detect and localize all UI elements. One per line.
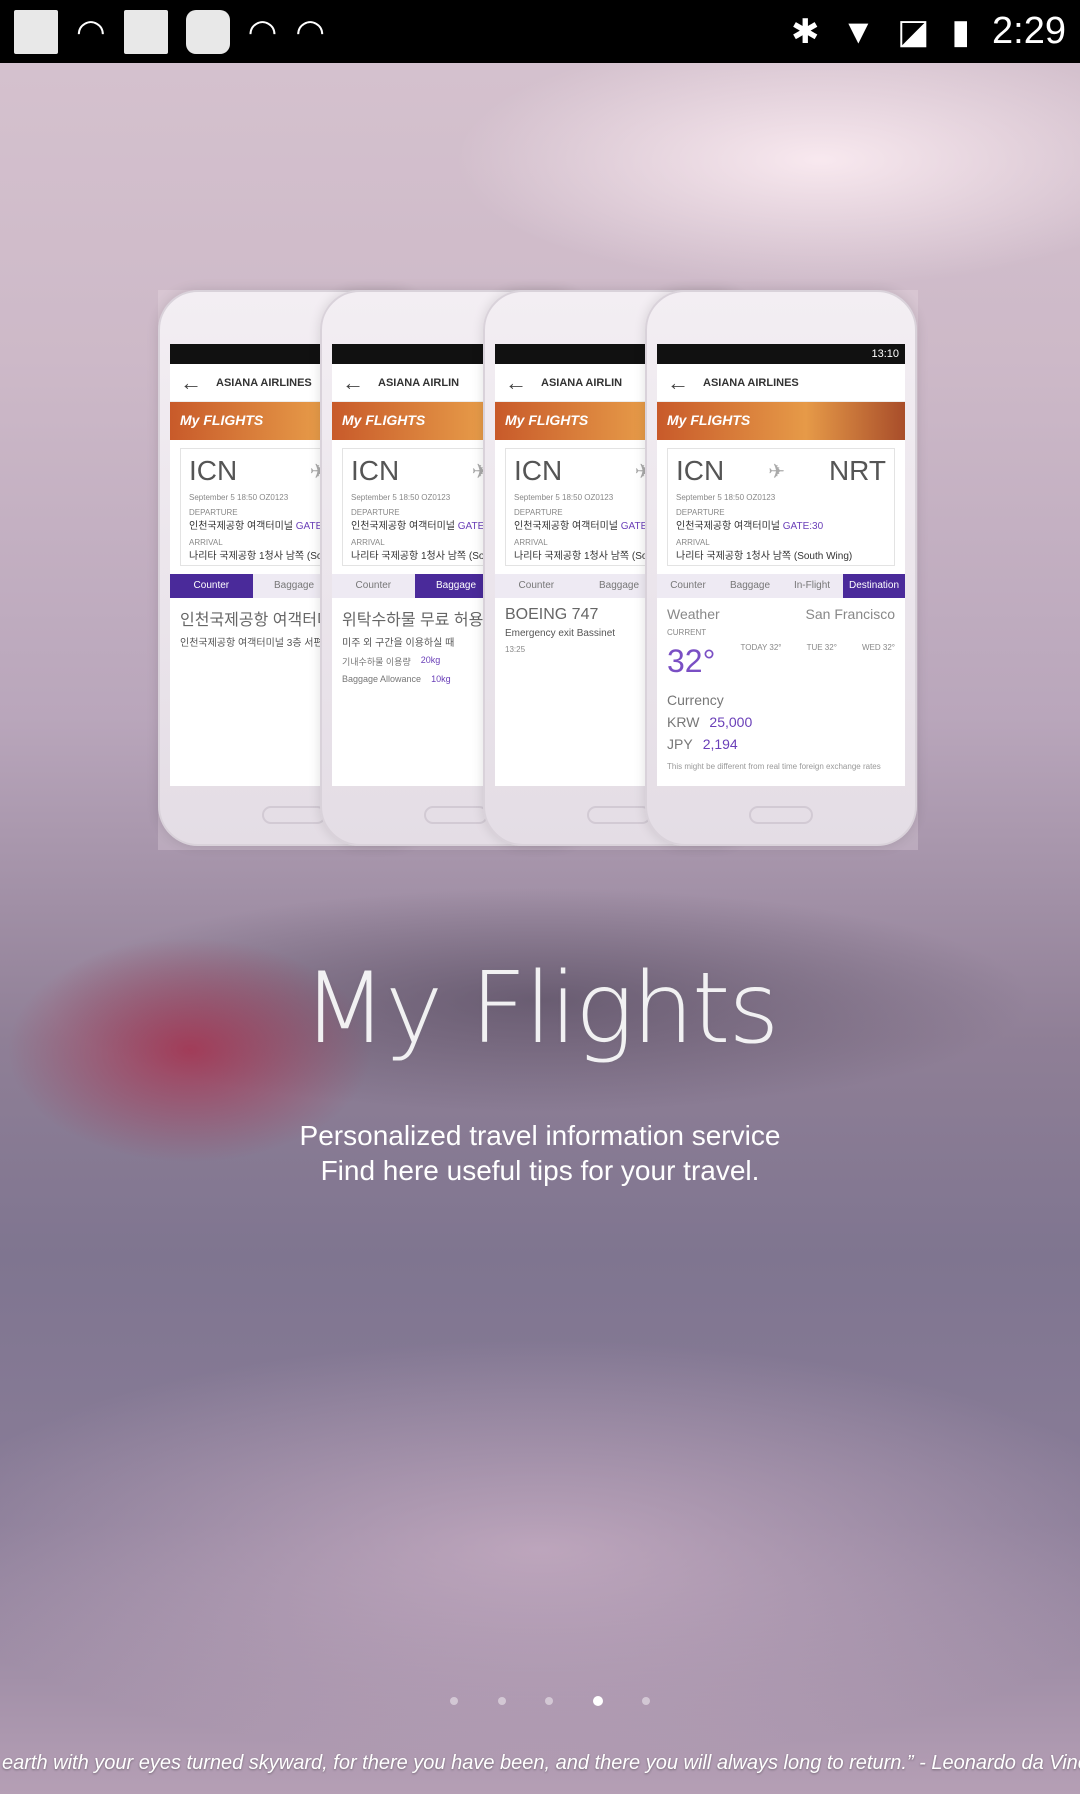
origin-code: ICN	[514, 455, 563, 486]
gate-number: GATE:30	[782, 521, 824, 532]
departure-label: DEPARTURE	[676, 508, 725, 517]
home-button	[587, 806, 651, 824]
my-flights-banner: My FLIGHTS	[657, 402, 905, 440]
baggage-label: 기내수하물 이용량	[342, 657, 411, 667]
origin-code: ICN	[676, 455, 725, 486]
phone-screen: 13:10 ← ASIANA AIRLINES My FLIGHTS ICN ✈ NRT Se…	[657, 344, 905, 786]
forecast-day: TODAY 32°	[740, 643, 782, 652]
flight-date: September 5 18:50	[676, 493, 747, 502]
bluetooth-icon: ✱	[791, 12, 820, 51]
wifi-icon: ◠	[247, 12, 278, 51]
page-dot[interactable]	[545, 1697, 553, 1705]
current-temperature: 32°	[667, 643, 716, 679]
page-title: My Flights	[302, 952, 780, 1066]
flight-date: September 5 18:50	[514, 493, 585, 502]
back-arrow-icon: ←	[505, 369, 527, 395]
flight-number: OZ0123	[584, 493, 614, 502]
home-button	[749, 806, 813, 824]
forecast-day: WED 32°	[862, 643, 895, 652]
wifi-icon: ◠	[295, 12, 326, 51]
exchange-note: This might be different from real time f…	[667, 762, 881, 771]
destination-code: NRT	[828, 455, 886, 486]
baggage-label: Baggage Allowance	[342, 674, 422, 684]
flight-date: September 5 18:50	[351, 493, 422, 502]
screen-status-bar: 13:10	[657, 344, 905, 364]
status-bar: ◠ ◠ ◠ ✱ ▼ ◪ ▮ 2:29	[0, 0, 1080, 63]
phone-mockup: 13:10 ← ASIANA AIRLINES My FLIGHTS ICN ✈ NRT Se…	[645, 290, 917, 846]
tab-detail: Weather San Francisco CURRENT 32° TODAY 32° T…	[657, 598, 905, 779]
home-button	[262, 806, 326, 824]
wifi-signal-icon: ▼	[841, 12, 876, 51]
status-clock: 2:29	[992, 10, 1066, 52]
temperature-row: 32° TODAY 32° TUE 32° WED 32°	[667, 637, 895, 686]
city-name: San Francisco	[805, 606, 895, 622]
flight-number: OZ0123	[746, 493, 776, 502]
currency-value: 2,194	[702, 736, 738, 752]
subtitle-line-1: Personalized travel information service	[299, 1120, 781, 1151]
currency-code: KRW	[667, 714, 700, 730]
screen-tab: In-Flight	[793, 580, 831, 591]
route-codes: ICN ✈ NRT	[676, 455, 886, 487]
screen-tab: Counter	[518, 580, 555, 591]
page-dot-active[interactable]	[592, 1696, 603, 1706]
baggage-value: 10kg	[431, 674, 451, 684]
subtitle-line-2: Find here useful tips for your travel.	[320, 1155, 760, 1186]
screen-tab: Counter	[355, 580, 392, 591]
airline-brand: ASIANA AIRLIN	[541, 376, 623, 389]
system-icons: ✱ ▼ ◪ ▮ 2:29	[791, 10, 1066, 53]
quote-text: earth with your eyes turned skyward, for…	[2, 1752, 1080, 1774]
page-dot[interactable]	[497, 1697, 506, 1705]
home-button	[424, 806, 488, 824]
screen-tab: Destination	[843, 574, 905, 598]
screen-tab: Baggage	[729, 580, 771, 591]
currency-row: KRW 25,000	[667, 714, 895, 730]
wifi-icon: ◠	[76, 12, 106, 51]
app-icon	[185, 9, 230, 54]
baggage-value: 20kg	[420, 655, 441, 665]
image-icon	[123, 9, 168, 54]
airline-brand: ASIANA AIRLINES	[703, 376, 799, 389]
currency-row: Currency	[667, 692, 895, 708]
weather-label: Weather	[667, 606, 720, 622]
arrival-text: 나리타 국제공항 1청사 남쪽 (South Wing)	[676, 551, 853, 562]
page-dot[interactable]	[450, 1697, 458, 1705]
page-subtitle: Personalized travel information service …	[0, 1118, 1080, 1188]
current-label: CURRENT	[667, 628, 707, 637]
screen-tabs: Counter Baggage In-Flight Destination	[657, 574, 905, 598]
screen-tab: Counter	[670, 580, 706, 591]
app-preview-image: ← ASIANA AIRLINES My FLIGHTS ICN ✈ September …	[158, 290, 918, 850]
screen-tab: Counter	[170, 574, 253, 598]
background-image	[0, 0, 1080, 1794]
page-dot[interactable]	[642, 1697, 650, 1705]
forecast-day: TUE 32°	[806, 643, 837, 652]
airline-brand: ASIANA AIRLINES	[216, 376, 312, 389]
back-arrow-icon: ←	[342, 369, 364, 395]
origin-code: ICN	[351, 455, 400, 486]
arrival-label: ARRIVAL	[676, 538, 710, 547]
flight-card: ICN ✈ NRT September 5 18:50 OZ0123 DEPARTURE…	[667, 448, 895, 566]
currency-value: 25,000	[709, 714, 753, 730]
currency-row: JPY 2,194	[667, 736, 895, 752]
weather-row: Weather San Francisco	[667, 606, 895, 622]
departure-text: 인천국제공항 여객터미널 GATE:30	[676, 521, 824, 532]
flight-number: OZ0123	[421, 493, 451, 502]
battery-charging-icon: ▮	[951, 12, 971, 51]
back-arrow-icon: ←	[667, 369, 689, 395]
page-indicator[interactable]	[450, 1694, 650, 1708]
flight-meta: September 5 18:50 OZ0123	[676, 493, 886, 502]
quote-ticker: earth with your eyes turned skyward, for…	[0, 1748, 1080, 1778]
back-arrow-icon: ←	[180, 369, 202, 395]
image-icon	[14, 9, 58, 54]
currency-code: JPY	[667, 736, 693, 752]
airline-brand: ASIANA AIRLIN	[378, 376, 460, 389]
origin-code: ICN	[189, 455, 238, 486]
currency-label: Currency	[667, 692, 724, 708]
screen-app-bar: ← ASIANA AIRLINES	[657, 364, 905, 402]
no-sim-icon: ◪	[897, 12, 930, 51]
airplane-icon: ✈	[768, 460, 785, 483]
flight-date: September 5 18:50	[189, 493, 260, 502]
flight-number: OZ0123	[259, 493, 289, 502]
notification-icons: ◠ ◠ ◠	[14, 9, 326, 54]
